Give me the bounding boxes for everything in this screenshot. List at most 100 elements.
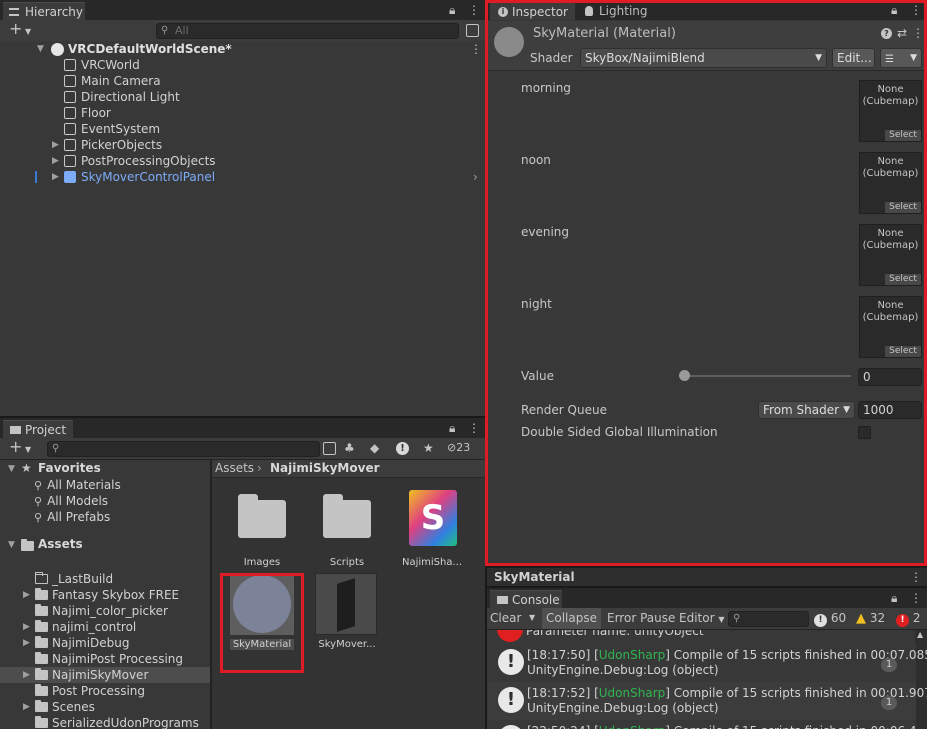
cubemap-select-button[interactable]: Select <box>885 346 921 357</box>
clear-dropdown-icon[interactable]: ▼ <box>529 613 535 622</box>
lock-icon[interactable]: 🔒︎ <box>891 591 897 605</box>
expand-arrow-icon[interactable]: ▶ <box>23 619 30 635</box>
scene-visibility-icon[interactable] <box>466 24 479 37</box>
preset-icon[interactable]: ⇄ <box>897 26 907 40</box>
assets-folder-item[interactable]: Post Processing <box>0 683 210 699</box>
expand-arrow-icon[interactable]: ▼ <box>8 464 15 474</box>
asset-grid-item[interactable]: S NajimiSha... <box>400 488 464 570</box>
console-log-entry[interactable]: ! [18:17:50] [UdonSharp] Compile of 15 sc… <box>488 644 927 682</box>
filter-by-label-icon[interactable]: ◆ <box>370 441 379 455</box>
favorite-star-icon[interactable]: ★ <box>423 441 434 455</box>
favorites-item[interactable]: ⚲ All Materials <box>34 477 121 493</box>
tab-hierarchy[interactable]: Hierarchy <box>3 2 85 20</box>
more-options-icon[interactable]: ⋮ <box>910 591 922 605</box>
console-scrollbar[interactable]: ▲ <box>915 630 927 729</box>
favorites-header[interactable]: Favorites <box>38 461 101 475</box>
assets-folder-item[interactable]: NajimiPost Processing <box>0 651 210 667</box>
collapse-button[interactable]: Collapse <box>542 608 601 629</box>
hierarchy-item[interactable]: Floor <box>0 105 485 121</box>
expand-arrow-icon[interactable]: ▶ <box>52 169 59 185</box>
render-queue-field[interactable]: 1000 <box>858 401 922 419</box>
slider-thumb[interactable] <box>679 370 690 381</box>
shader-dropdown[interactable]: SkyBox/NajimiBlend ▼ <box>580 48 827 68</box>
console-log-entry[interactable]: ! [18:17:52] [UdonSharp] Compile of 15 sc… <box>488 682 927 720</box>
more-options-icon[interactable]: ⋮ <box>468 421 480 435</box>
scene-row[interactable]: ▼ VRCDefaultWorldScene* ⋮ <box>0 41 485 58</box>
tab-project[interactable]: Project <box>3 420 73 438</box>
scroll-up-icon[interactable]: ▲ <box>917 630 923 639</box>
project-search-input[interactable]: ⚲ <box>47 441 320 457</box>
value-field[interactable]: 0 <box>858 368 922 386</box>
info-toggle[interactable]: ! 60 <box>814 611 846 627</box>
cubemap-field[interactable]: None (Cubemap) Select <box>859 224 922 286</box>
console-log-entry[interactable]: ![22:50:24] [UdonSharp] Compile of 15 sc… <box>488 720 916 729</box>
assets-folder-item[interactable]: ▶ najimi_control <box>0 619 210 635</box>
more-options-icon[interactable]: ⋮ <box>910 3 922 17</box>
dsgi-checkbox[interactable] <box>858 426 871 439</box>
assets-folder-item[interactable]: _LastBuild <box>0 571 210 587</box>
expand-arrow-icon[interactable]: ▶ <box>52 153 59 169</box>
filter-by-type-icon[interactable]: ♣ <box>344 441 355 455</box>
add-icon[interactable]: + <box>9 439 22 455</box>
dropdown-arrow-icon[interactable]: ▼ <box>25 443 31 457</box>
favorites-item[interactable]: ⚲ All Models <box>34 493 108 509</box>
lock-icon[interactable]: 🔒︎ <box>449 3 455 17</box>
expand-arrow-icon[interactable]: ▶ <box>23 667 30 683</box>
breadcrumb-current[interactable]: NajimiSkyMover <box>270 461 380 475</box>
hierarchy-item[interactable]: ▶ PickerObjects <box>0 137 485 153</box>
breadcrumb-root[interactable]: Assets <box>215 461 254 475</box>
error-toggle[interactable]: ! 2 <box>896 611 920 627</box>
hierarchy-item[interactable]: ▶ SkyMoverControlPanel › <box>0 169 485 185</box>
cubemap-select-button[interactable]: Select <box>885 274 921 285</box>
favorites-item[interactable]: ⚲ All Prefabs <box>34 509 110 525</box>
tab-console[interactable]: Console <box>490 590 562 608</box>
error-pause-button[interactable]: Error Pause <box>607 611 675 625</box>
hierarchy-item[interactable]: EventSystem <box>0 121 485 137</box>
hierarchy-item[interactable]: Main Camera <box>0 73 485 89</box>
shader-edit-button[interactable]: Edit... <box>832 48 875 68</box>
hierarchy-search-input[interactable]: ⚲ All <box>156 23 459 39</box>
expand-arrow-icon[interactable]: ▼ <box>37 44 44 54</box>
hierarchy-item[interactable]: Directional Light <box>0 89 485 105</box>
cubemap-select-button[interactable]: Select <box>885 130 921 141</box>
lock-icon[interactable]: 🔒︎ <box>891 3 897 17</box>
cubemap-field[interactable]: None (Cubemap) Select <box>859 80 922 142</box>
shader-options-button[interactable]: ☰ ▼ <box>880 48 922 68</box>
cubemap-field[interactable]: None (Cubemap) Select <box>859 296 922 358</box>
editor-dropdown[interactable]: Editor ▼ <box>679 611 725 625</box>
assets-folder-item[interactable]: SerializedUdonPrograms <box>0 715 210 729</box>
assets-folder-item[interactable]: ▶ Scenes <box>0 699 210 715</box>
hidden-packages-icon[interactable]: ⊘23 <box>447 441 470 455</box>
console-search-input[interactable]: ⚲ <box>728 611 809 627</box>
asset-grid-item[interactable]: Scripts <box>315 488 379 570</box>
tab-lighting[interactable]: Lighting <box>577 2 662 20</box>
component-menu-icon[interactable]: ⋮ <box>912 26 924 40</box>
tab-inspector[interactable]: i Inspector <box>490 2 575 20</box>
assets-folder-item[interactable]: Najimi_color_picker <box>0 603 210 619</box>
expand-arrow-icon[interactable]: ▼ <box>8 540 15 550</box>
hierarchy-item[interactable]: ▶ PostProcessingObjects <box>0 153 485 169</box>
assets-folder-item[interactable]: ▶ NajimiSkyMover <box>0 667 210 683</box>
assets-header[interactable]: Assets <box>38 537 83 551</box>
lock-icon[interactable]: 🔒︎ <box>449 421 455 435</box>
more-options-icon[interactable]: ⋮ <box>468 3 480 17</box>
value-slider[interactable] <box>679 370 851 381</box>
clear-button[interactable]: Clear <box>490 611 521 625</box>
log-type-icon[interactable]: ! <box>396 442 409 455</box>
dropdown-arrow-icon[interactable]: ▼ <box>25 25 31 39</box>
search-by-type-icon[interactable] <box>323 442 336 455</box>
expand-arrow-icon[interactable]: ▶ <box>23 635 30 651</box>
help-icon[interactable]: ? <box>881 28 892 39</box>
hierarchy-item[interactable]: VRCWorld <box>0 57 485 73</box>
expand-arrow-icon[interactable]: ▶ <box>23 699 30 715</box>
add-icon[interactable]: + <box>9 21 22 37</box>
assets-folder-item[interactable]: ▶ NajimiDebug <box>0 635 210 651</box>
expand-arrow-icon[interactable]: ▶ <box>52 137 59 153</box>
scene-menu-icon[interactable]: ⋮ <box>470 42 482 56</box>
asset-grid-item[interactable]: SkyMaterial <box>230 573 294 655</box>
cubemap-select-button[interactable]: Select <box>885 202 921 213</box>
preview-menu-icon[interactable]: ⋮ <box>910 570 922 584</box>
asset-grid-item[interactable]: Images <box>230 488 294 570</box>
expand-arrow-icon[interactable]: ▶ <box>23 587 30 603</box>
assets-folder-item[interactable]: ▶ Fantasy Skybox FREE <box>0 587 210 603</box>
